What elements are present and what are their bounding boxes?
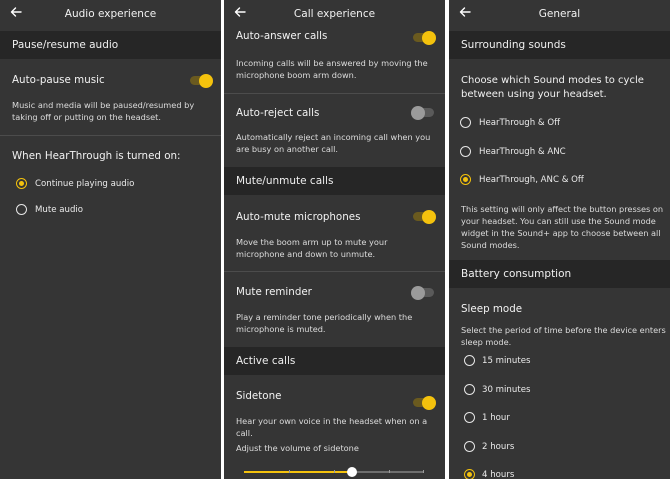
auto-answer-description: Incoming calls will be answered by movin… bbox=[236, 58, 428, 80]
auto-pause-description: Music and media will be paused/resumed b… bbox=[12, 100, 195, 122]
radio-4-hours[interactable] bbox=[464, 469, 475, 479]
sleep-option-label[interactable]: 30 minutes bbox=[482, 385, 530, 395]
slider-handle[interactable] bbox=[347, 467, 357, 477]
auto-pause-label: Auto-pause music bbox=[12, 74, 105, 86]
slider-tick bbox=[334, 470, 335, 473]
screenshot-collage: Audio experience Pause/resume audio Auto… bbox=[0, 0, 670, 479]
section-surrounding-sounds: Surrounding sounds bbox=[449, 31, 670, 59]
call-experience-screen: Call experience Auto-answer calls Incomi… bbox=[224, 0, 445, 479]
radio-1-hour[interactable] bbox=[464, 412, 475, 423]
divider bbox=[224, 93, 445, 94]
sleep-mode-description: Select the period of time before the dev… bbox=[461, 325, 666, 347]
option-label[interactable]: Continue playing audio bbox=[35, 179, 134, 189]
slider-tick bbox=[423, 470, 424, 473]
divider bbox=[0, 135, 221, 136]
sleep-option-label[interactable]: 1 hour bbox=[482, 413, 510, 423]
auto-mute-label: Auto-mute microphones bbox=[236, 211, 361, 223]
slider-tick bbox=[389, 470, 390, 473]
auto-reject-description: Automatically reject an incoming call wh… bbox=[236, 132, 431, 154]
slider-fill bbox=[244, 471, 352, 473]
section-battery-consumption: Battery consumption bbox=[449, 260, 670, 288]
sidetone-toggle[interactable] bbox=[413, 395, 436, 410]
auto-mute-description: Move the boom arm up to mute your microp… bbox=[236, 237, 388, 259]
radio-30-minutes[interactable] bbox=[464, 384, 475, 395]
sound-mode-label[interactable]: HearThrough & ANC bbox=[479, 147, 566, 157]
auto-answer-label: Auto-answer calls bbox=[236, 30, 328, 42]
auto-answer-toggle[interactable] bbox=[413, 30, 436, 45]
screen-title: General bbox=[538, 8, 581, 20]
sound-mode-label[interactable]: HearThrough & Off bbox=[479, 118, 560, 128]
radio-15-minutes[interactable] bbox=[464, 355, 475, 366]
option-label[interactable]: Mute audio bbox=[35, 205, 83, 215]
auto-mute-toggle[interactable] bbox=[413, 209, 436, 224]
sound-modes-note: This setting will only affect the button… bbox=[461, 204, 664, 250]
radio-2-hours[interactable] bbox=[464, 441, 475, 452]
screen-title: Call experience bbox=[293, 8, 376, 20]
sidetone-description: Hear your own voice in the headset when … bbox=[236, 416, 428, 438]
radio-hearthrough-anc[interactable] bbox=[460, 146, 471, 157]
hearthrough-heading: When HearThrough is turned on: bbox=[12, 150, 181, 162]
divider bbox=[224, 271, 445, 272]
sidetone-volume-label: Adjust the volume of sidetone bbox=[236, 443, 359, 453]
mute-reminder-description: Play a reminder tone periodically when t… bbox=[236, 312, 413, 334]
sleep-mode-label: Sleep mode bbox=[461, 303, 523, 315]
auto-reject-toggle[interactable] bbox=[411, 105, 434, 120]
audio-experience-screen: Audio experience Pause/resume audio Auto… bbox=[0, 0, 221, 479]
section-mute-unmute: Mute/unmute calls bbox=[224, 167, 445, 195]
sleep-option-label[interactable]: 4 hours bbox=[482, 470, 514, 479]
sidetone-label: Sidetone bbox=[236, 390, 282, 402]
auto-reject-label: Auto-reject calls bbox=[236, 107, 320, 119]
radio-hearthrough-off[interactable] bbox=[460, 117, 471, 128]
sidetone-volume-slider[interactable] bbox=[244, 466, 424, 478]
cycle-heading: Choose which Sound modes to cycle betwee… bbox=[461, 75, 644, 100]
sound-mode-label[interactable]: HearThrough, ANC & Off bbox=[479, 175, 584, 185]
auto-pause-toggle[interactable] bbox=[190, 73, 213, 88]
radio-continue-playing[interactable] bbox=[16, 178, 27, 189]
slider-tick bbox=[289, 470, 290, 473]
general-screen: General Surrounding sounds Choose which … bbox=[449, 0, 670, 479]
mute-reminder-toggle[interactable] bbox=[411, 285, 434, 300]
section-active-calls: Active calls bbox=[224, 347, 445, 375]
section-pause-resume: Pause/resume audio bbox=[0, 31, 221, 59]
radio-hearthrough-anc-off[interactable] bbox=[460, 174, 471, 185]
screen-title: Audio experience bbox=[64, 8, 157, 20]
sleep-option-label[interactable]: 15 minutes bbox=[482, 356, 530, 366]
sleep-option-label[interactable]: 2 hours bbox=[482, 442, 514, 452]
radio-mute-audio[interactable] bbox=[16, 204, 27, 215]
mute-reminder-label: Mute reminder bbox=[236, 286, 312, 298]
